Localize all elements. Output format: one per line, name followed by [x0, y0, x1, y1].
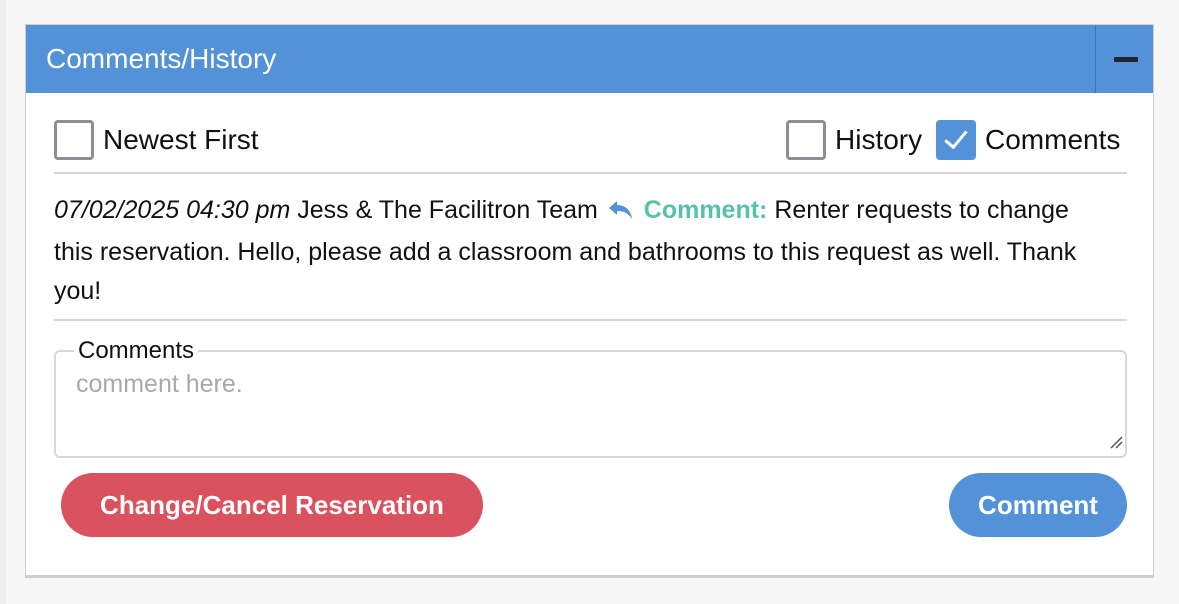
newest-first-label[interactable]: Newest First — [103, 124, 259, 156]
entry-timestamp: 07/02/2025 04:30 pm — [54, 196, 291, 224]
history-checkbox[interactable] — [786, 120, 826, 160]
comment-button[interactable]: Comment — [949, 473, 1127, 537]
comments-history-panel: Comments/History Newest First History Co… — [25, 24, 1154, 578]
comments-legend: Comments — [74, 338, 199, 364]
entry-author: Jess & The Facilitron Team — [297, 196, 598, 224]
checkmark-icon — [944, 124, 968, 150]
collapse-button[interactable] — [1096, 25, 1155, 93]
comments-filter-label[interactable]: Comments — [985, 124, 1120, 156]
comments-fieldset: Comments — [54, 338, 1127, 458]
panel-header: Comments/History — [26, 25, 1153, 93]
minus-icon — [1113, 56, 1138, 62]
divider — [54, 319, 1127, 321]
comment-textarea[interactable] — [76, 370, 1106, 430]
reply-icon — [607, 194, 635, 233]
resize-handle-icon[interactable] — [1109, 435, 1123, 454]
entry-type: Comment: — [643, 196, 768, 224]
page-edge — [0, 0, 6, 604]
newest-first-checkbox[interactable] — [54, 120, 94, 160]
history-label[interactable]: History — [835, 124, 922, 156]
comments-checkbox[interactable] — [936, 120, 976, 160]
divider — [54, 172, 1127, 174]
panel-title: Comments/History — [46, 43, 277, 74]
history-entry: 07/02/2025 04:30 pm Jess & The Facilitro… — [54, 191, 1114, 311]
change-cancel-reservation-button[interactable]: Change/Cancel Reservation — [61, 473, 483, 537]
